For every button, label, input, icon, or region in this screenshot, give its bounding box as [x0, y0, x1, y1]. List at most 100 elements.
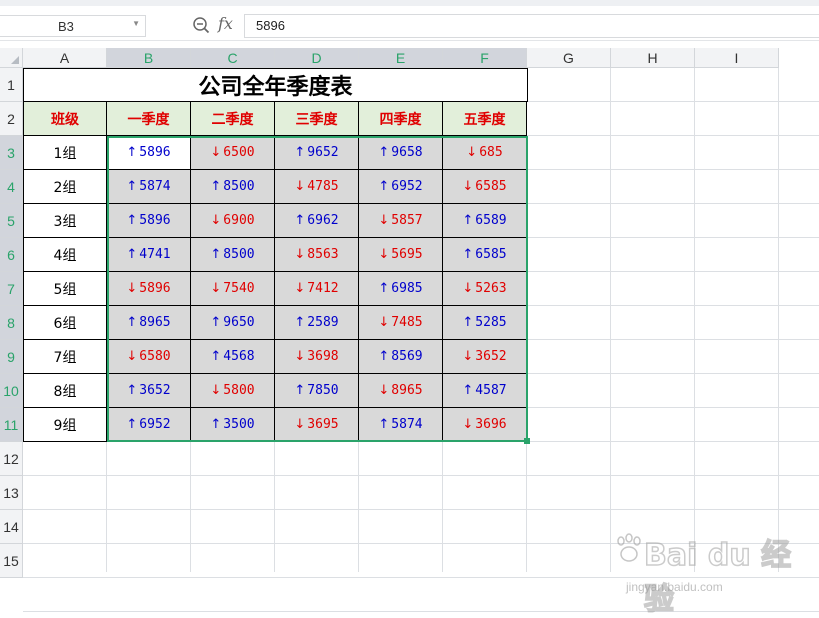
column-header-h[interactable]: H — [611, 48, 695, 68]
header-cell[interactable]: 一季度 — [107, 102, 191, 136]
data-cell[interactable]: ↑ 5874 — [359, 408, 443, 442]
arrow-down-icon: ↓ — [462, 417, 474, 432]
data-cell[interactable]: ↓ 5896 — [107, 272, 191, 306]
data-cell[interactable]: ↑ 3500 — [191, 408, 275, 442]
data-cell[interactable]: ↓ 7540 — [191, 272, 275, 306]
data-cell[interactable]: ↓ 6585 — [443, 170, 527, 204]
data-cell[interactable]: ↑ 4587 — [443, 374, 527, 408]
group-cell[interactable]: 2组 — [23, 170, 107, 204]
data-cell[interactable]: ↑ 6962 — [275, 204, 359, 238]
data-cell[interactable]: ↑ 9650 — [191, 306, 275, 340]
row-header-4[interactable]: 4 — [0, 170, 23, 204]
row-header-1[interactable]: 1 — [0, 68, 23, 102]
arrow-down-icon: ↓ — [294, 349, 306, 364]
data-cell[interactable]: ↑ 6952 — [359, 170, 443, 204]
data-cell[interactable]: ↑ 8569 — [359, 340, 443, 374]
select-all-corner[interactable] — [0, 48, 23, 68]
group-cell[interactable]: 5组 — [23, 272, 107, 306]
data-cell[interactable]: ↑ 6985 — [359, 272, 443, 306]
name-box[interactable]: B3 ▼ — [0, 15, 146, 37]
row-header-8[interactable]: 8 — [0, 306, 23, 340]
gridline-horizontal — [23, 543, 819, 544]
header-cell[interactable]: 四季度 — [359, 102, 443, 136]
column-header-a[interactable]: A — [23, 48, 107, 68]
data-cell[interactable]: ↓ 5263 — [443, 272, 527, 306]
data-cell[interactable]: ↑ 5874 — [107, 170, 191, 204]
group-cell[interactable]: 9组 — [23, 408, 107, 442]
row-header-10[interactable]: 10 — [0, 374, 23, 408]
group-cell[interactable]: 1组 — [23, 136, 107, 170]
data-cell[interactable]: ↑ 3652 — [107, 374, 191, 408]
data-cell[interactable]: ↑ 4741 — [107, 238, 191, 272]
zoom-icon[interactable] — [192, 16, 210, 34]
data-cell[interactable]: ↑ 6589 — [443, 204, 527, 238]
data-cell[interactable]: ↓ 7485 — [359, 306, 443, 340]
data-cell[interactable]: ↑ 2589 — [275, 306, 359, 340]
row-header-14[interactable]: 14 — [0, 510, 23, 544]
group-cell[interactable]: 7组 — [23, 340, 107, 374]
data-cell[interactable]: ↑ 8500 — [191, 170, 275, 204]
data-cell[interactable]: ↓ 8965 — [359, 374, 443, 408]
chevron-down-icon[interactable]: ▼ — [132, 19, 140, 28]
data-cell[interactable]: ↑ 5896 — [107, 136, 191, 170]
header-cell[interactable]: 五季度 — [443, 102, 527, 136]
group-cell[interactable]: 3组 — [23, 204, 107, 238]
group-cell[interactable]: 4组 — [23, 238, 107, 272]
cell-value: 9652 — [307, 145, 339, 160]
header-cell[interactable]: 二季度 — [191, 102, 275, 136]
cell-value: 4568 — [223, 349, 255, 364]
data-cell[interactable]: ↑ 6585 — [443, 238, 527, 272]
data-cell[interactable]: ↑ 4568 — [191, 340, 275, 374]
row-header-13[interactable]: 13 — [0, 476, 23, 510]
data-cell[interactable]: ↑ 9658 — [359, 136, 443, 170]
data-cell[interactable]: ↑ 7850 — [275, 374, 359, 408]
data-cell[interactable]: ↓ 5695 — [359, 238, 443, 272]
row-header-15[interactable]: 15 — [0, 544, 23, 578]
formula-input[interactable]: 5896 — [244, 14, 819, 38]
data-cell[interactable]: ↓ 6900 — [191, 204, 275, 238]
data-cell[interactable]: ↓ 3696 — [443, 408, 527, 442]
column-header-i[interactable]: I — [695, 48, 779, 68]
column-header-g[interactable]: G — [527, 48, 611, 68]
fill-handle[interactable] — [524, 438, 530, 444]
data-cell[interactable]: ↑ 9652 — [275, 136, 359, 170]
row-header-12[interactable]: 12 — [0, 442, 23, 476]
column-header-e[interactable]: E — [359, 48, 443, 68]
spreadsheet-grid[interactable]: A B C D E F G H I 1 2 3 4 5 6 7 8 9 10 11 12 13 14 15 公司全年季度表 班级一… — [0, 48, 819, 618]
column-header-d[interactable]: D — [275, 48, 359, 68]
data-cell[interactable]: ↓ 6500 — [191, 136, 275, 170]
column-header-c[interactable]: C — [191, 48, 275, 68]
data-cell[interactable]: ↑ 5285 — [443, 306, 527, 340]
data-cell[interactable]: ↓ 6580 — [107, 340, 191, 374]
data-cell[interactable]: ↓ 3698 — [275, 340, 359, 374]
data-cell[interactable]: ↓ 4785 — [275, 170, 359, 204]
group-cell[interactable]: 8组 — [23, 374, 107, 408]
row-header-7[interactable]: 7 — [0, 272, 23, 306]
data-cell[interactable]: ↓ 5800 — [191, 374, 275, 408]
column-header-b[interactable]: B — [107, 48, 191, 68]
row-header-11[interactable]: 11 — [0, 408, 23, 442]
data-cell[interactable]: ↓ 7412 — [275, 272, 359, 306]
data-cell[interactable]: ↓ 8563 — [275, 238, 359, 272]
header-cell[interactable]: 班级 — [23, 102, 107, 136]
group-cell[interactable]: 6组 — [23, 306, 107, 340]
row-header-9[interactable]: 9 — [0, 340, 23, 374]
data-cell[interactable]: ↓ 3652 — [443, 340, 527, 374]
data-cell[interactable]: ↑ 8500 — [191, 238, 275, 272]
row-header-6[interactable]: 6 — [0, 238, 23, 272]
data-cell[interactable]: ↑ 6952 — [107, 408, 191, 442]
data-cell[interactable]: ↓ 5857 — [359, 204, 443, 238]
data-cell[interactable]: ↓ 685 — [443, 136, 527, 170]
row-header-5[interactable]: 5 — [0, 204, 23, 238]
row-header-2[interactable]: 2 — [0, 102, 23, 136]
fx-icon[interactable]: fx — [218, 14, 233, 33]
data-cell[interactable]: ↓ 3695 — [275, 408, 359, 442]
column-header-f[interactable]: F — [443, 48, 527, 68]
cell-value: 6952 — [391, 179, 423, 194]
table-title[interactable]: 公司全年季度表 — [23, 68, 528, 102]
row-header-3[interactable]: 3 — [0, 136, 23, 170]
data-cell[interactable]: ↑ 8965 — [107, 306, 191, 340]
data-cell[interactable]: ↑ 5896 — [107, 204, 191, 238]
cell-value: 3500 — [223, 417, 255, 432]
header-cell[interactable]: 三季度 — [275, 102, 359, 136]
